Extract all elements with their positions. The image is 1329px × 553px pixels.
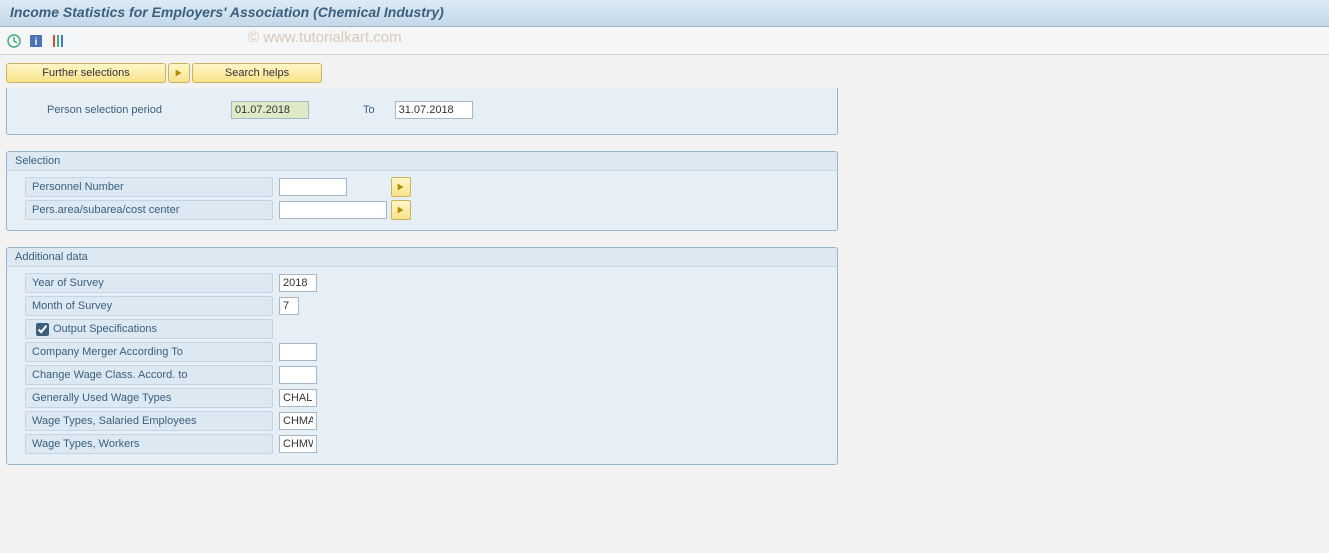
period-panel: Person selection period To [6,88,838,135]
year-label: Year of Survey [25,273,273,293]
app-toolbar: i © www.tutorialkart.com [0,27,1329,55]
personnel-number-multi-button[interactable] [391,177,411,197]
watermark-text: © www.tutorialkart.com [248,29,402,46]
pers-area-multi-button[interactable] [391,200,411,220]
period-label: Person selection period [41,104,231,116]
wage-class-input[interactable] [279,366,317,384]
period-to-input[interactable] [395,101,473,119]
personnel-number-label: Personnel Number [25,177,273,197]
personnel-number-input[interactable] [279,178,347,196]
pers-area-input[interactable] [279,201,387,219]
further-selections-label: Further selections [42,67,129,79]
content-area: Further selections Search helps Person s… [0,55,1329,489]
period-to-label: To [357,104,381,116]
month-label: Month of Survey [25,296,273,316]
gen-wage-input[interactable] [279,389,317,407]
gen-wage-label: Generally Used Wage Types [25,388,273,408]
execute-icon[interactable] [6,33,22,49]
additional-panel-body: Year of Survey Month of Survey Output Sp… [7,267,837,464]
year-input[interactable] [279,274,317,292]
output-spec-label: Output Specifications [53,323,157,335]
selection-panel: Selection Personnel Number Pers.area/sub… [6,151,838,231]
further-selections-button[interactable]: Further selections [6,63,166,83]
sal-wage-input[interactable] [279,412,317,430]
info-icon[interactable]: i [28,33,44,49]
output-spec-cell[interactable]: Output Specifications [25,319,273,339]
search-helps-button[interactable]: Search helps [192,63,322,83]
merger-label: Company Merger According To [25,342,273,362]
sal-wage-label: Wage Types, Salaried Employees [25,411,273,431]
work-wage-label: Wage Types, Workers [25,434,273,454]
work-wage-input[interactable] [279,435,317,453]
selection-pill-row: Further selections Search helps [6,63,1323,83]
merger-input[interactable] [279,343,317,361]
variant-icon[interactable] [50,33,66,49]
month-input[interactable] [279,297,299,315]
svg-text:i: i [35,37,38,48]
period-panel-body: Person selection period To [7,88,837,134]
selection-arrow-button[interactable] [168,63,190,83]
period-from-input[interactable] [231,101,309,119]
additional-panel-title: Additional data [7,248,837,267]
search-helps-label: Search helps [225,67,289,79]
selection-panel-body: Personnel Number Pers.area/subarea/cost … [7,171,837,230]
output-spec-checkbox[interactable] [36,323,49,336]
wage-class-label: Change Wage Class. Accord. to [25,365,273,385]
additional-panel: Additional data Year of Survey Month of … [6,247,838,465]
pers-area-label: Pers.area/subarea/cost center [25,200,273,220]
title-bar: Income Statistics for Employers' Associa… [0,0,1329,27]
selection-panel-title: Selection [7,152,837,171]
page-title: Income Statistics for Employers' Associa… [10,4,1319,20]
